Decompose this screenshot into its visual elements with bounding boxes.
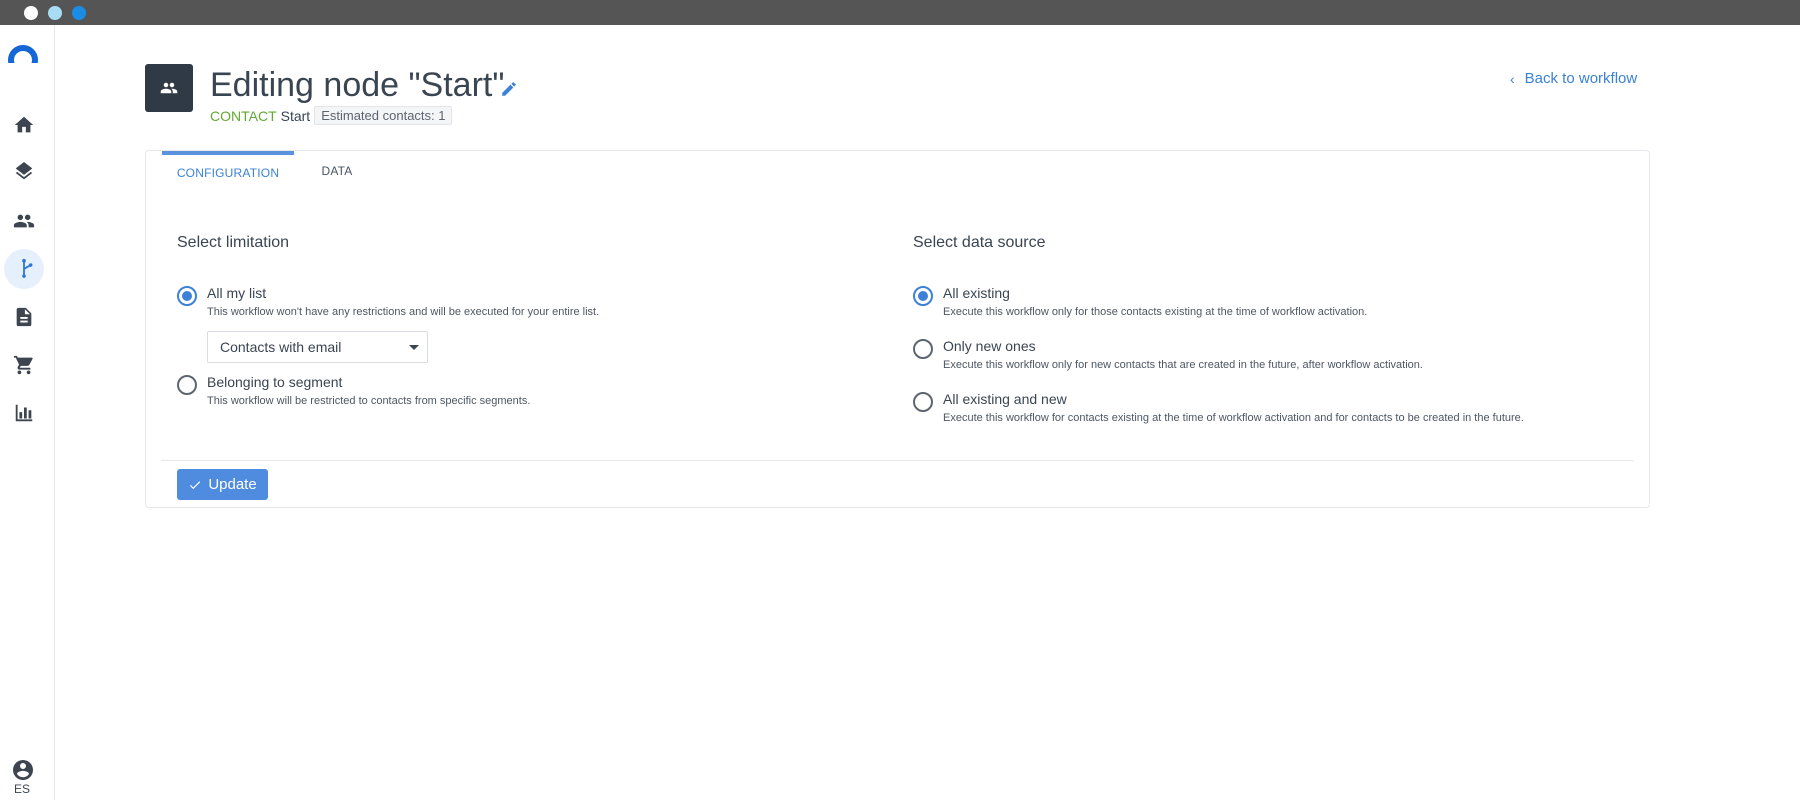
limitation-title: Select limitation: [177, 234, 290, 251]
page-title: Editing node "Start": [210, 66, 505, 104]
option-description: This workflow won't have any restriction…: [207, 306, 600, 318]
radio-belonging-to-segment[interactable]: [177, 375, 197, 395]
tab-data[interactable]: DATA: [306, 151, 368, 191]
select-value: Contacts with email: [220, 339, 342, 355]
home-icon: [14, 116, 34, 133]
tab-configuration[interactable]: CONFIGURATION: [162, 151, 294, 191]
estimated-contacts-badge: Estimated contacts: 1: [314, 106, 453, 125]
window-dot-lightblue[interactable]: [48, 6, 62, 20]
option-label: All existing: [943, 285, 1010, 301]
chart-icon: [15, 404, 33, 422]
option-label: Belonging to segment: [207, 374, 343, 390]
update-button-label: Update: [208, 476, 257, 493]
window-titlebar: [0, 0, 1800, 25]
radio-all-existing[interactable]: [913, 286, 933, 306]
sidebar-item-documents[interactable]: [4, 297, 44, 337]
contacts-icon: [13, 214, 35, 228]
node-name-label: Start: [280, 107, 311, 124]
radio-all-my-list[interactable]: [177, 286, 197, 306]
option-label: Only new ones: [943, 338, 1036, 354]
sidebar-item-layers[interactable]: [4, 153, 44, 193]
node-type-label: CONTACT: [210, 107, 277, 124]
sidebar-item-contacts[interactable]: [4, 201, 44, 241]
contacts-filter-select[interactable]: Contacts with email: [207, 331, 428, 363]
divider: [161, 460, 1634, 461]
option-description: Execute this workflow only for new conta…: [943, 359, 1423, 371]
app-logo[interactable]: [8, 45, 38, 63]
document-icon: [16, 307, 32, 327]
data-source-title: Select data source: [913, 234, 1046, 251]
radio-only-new-ones[interactable]: [913, 339, 933, 359]
option-description: This workflow will be restricted to cont…: [207, 395, 531, 407]
config-card: CONFIGURATION DATA Select limitation All…: [145, 150, 1650, 508]
update-button[interactable]: Update: [177, 469, 268, 500]
contacts-icon: [160, 82, 178, 94]
language-selector[interactable]: ES: [14, 782, 30, 796]
pencil-icon[interactable]: [500, 80, 518, 98]
back-to-workflow-link[interactable]: ‹ Back to workflow: [1510, 70, 1637, 87]
option-label: All my list: [207, 285, 267, 301]
node-type-badge: [145, 64, 193, 112]
account-circle-icon[interactable]: [11, 758, 35, 782]
layers-icon: [15, 162, 33, 180]
caret-down-icon: [409, 345, 419, 350]
sidebar-item-workflows[interactable]: [4, 249, 44, 289]
chevron-left-icon: ‹: [1510, 70, 1515, 87]
sidebar-item-reports[interactable]: [4, 393, 44, 433]
radio-all-existing-and-new[interactable]: [913, 392, 933, 412]
sidebar-item-home[interactable]: [4, 105, 44, 145]
option-description: Execute this workflow only for those con…: [943, 306, 1368, 318]
window-dot-white[interactable]: [24, 6, 38, 20]
sidebar: ES: [0, 25, 55, 800]
option-label: All existing and new: [943, 391, 1067, 407]
cart-icon: [13, 355, 33, 375]
check-icon: [190, 480, 201, 489]
option-description: Execute this workflow for contacts exist…: [943, 412, 1524, 424]
node-meta: CONTACT Start Estimated contacts: 1: [210, 106, 453, 125]
back-link-label: Back to workflow: [1524, 70, 1638, 87]
window-dot-blue[interactable]: [72, 6, 86, 20]
workflow-icon: [22, 258, 33, 278]
sidebar-item-shop[interactable]: [4, 345, 44, 385]
